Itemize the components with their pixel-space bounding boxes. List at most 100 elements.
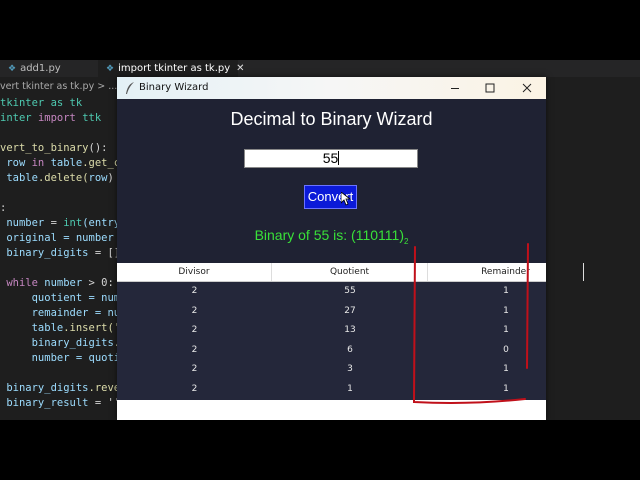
table-row[interactable]: 2 13 1 [117,321,546,341]
code-token: (): [88,142,108,154]
code-token: tkinter as tk [0,97,83,109]
window-title: Binary Wizard [139,82,209,93]
maximize-button[interactable] [472,77,508,99]
code-line[interactable]: tkinter as tk [0,96,130,111]
table-cell: 2 [191,286,198,296]
column-header-quotient[interactable]: Quotient [272,263,428,281]
table-cell: 1 [503,305,509,316]
python-file-icon: ❖ [106,64,115,74]
title-bar[interactable]: Binary Wizard [117,77,546,99]
code-token: = number [63,232,114,244]
code-line[interactable]: row in table.get_ch [0,156,130,171]
tk-feather-icon [126,82,134,94]
code-line[interactable] [0,126,130,141]
tab-add1[interactable]: ❖ add1.py [0,60,98,77]
code-token: table [0,322,64,334]
column-header-remainder[interactable]: Remainder [428,263,584,281]
table-row[interactable]: 2 27 1 [117,302,546,322]
column-header-divisor[interactable]: Divisor [117,263,272,281]
table-cell: 2 [191,364,198,374]
table-cell: 2 [191,305,198,316]
code-line[interactable]: binary_digits.rever [0,381,130,396]
code-token: binary_digits [0,247,95,259]
close-tab-icon[interactable]: ✕ [236,63,244,74]
window-content: Decimal to Binary Wizard 55 Convert Bina… [117,99,584,420]
code-line[interactable]: binary_digits.a [0,336,130,351]
code-token: number [0,217,51,229]
code-token: in [31,157,51,169]
table-cell: 1 [503,325,509,335]
code-line[interactable]: original = number [0,231,130,246]
code-token: int [63,217,83,229]
table-cell: 1 [503,383,509,394]
binary-result: Binary of 55 is: (110111)2 [117,227,546,246]
breadcrumb[interactable]: vert tkinter as tk.py > ... [0,81,117,92]
code-token: binary_digits [0,382,89,394]
code-line[interactable]: vert_to_binary(): [0,141,130,156]
table-row[interactable]: 2 6 0 [117,341,546,361]
code-line[interactable] [0,261,130,276]
code-line[interactable]: while number > 0: [0,276,130,291]
result-text: Binary of 55 is: (110111) [254,227,404,243]
code-token: import [37,112,83,124]
tab-label: import tkinter as tk.py [118,63,231,74]
code-token: row [88,172,108,184]
mouse-pointer-icon [341,192,351,206]
code-line[interactable] [0,366,130,381]
code-token: binary_digits [0,337,114,349]
table-row[interactable]: 2 3 1 [117,360,546,380]
table-cell: 55 [344,286,356,296]
code-token: > 0: [88,277,114,289]
input-value: 55 [322,150,339,166]
code-token: inter [0,112,38,124]
code-line[interactable]: number = quotie [0,351,130,366]
table-cell: 6 [347,344,353,355]
code-area[interactable]: tkinter as tk inter import ttk vert_to_bin… [0,96,130,411]
code-token: row [0,157,32,169]
text-caret [338,151,340,165]
code-token: remainder [0,307,95,319]
code-line[interactable]: binary_digits = [] [0,246,130,261]
code-token: .delete( [37,172,89,184]
code-line[interactable]: quotient = numb [0,291,130,306]
tab-import-tkinter[interactable]: ❖ import tkinter as tk.py ✕ [98,60,245,77]
table-cell: 1 [503,364,509,374]
code-token: number [44,277,89,289]
code-line[interactable] [0,186,130,201]
tab-label: add1.py [20,63,61,74]
minimize-button[interactable] [437,77,473,99]
minimize-icon [451,88,459,89]
decimal-input[interactable]: 55 [244,149,418,168]
code-line[interactable]: : [0,201,130,216]
code-token: = [50,217,64,229]
code-token: .insert(' [63,322,121,334]
code-token: ttk [82,112,102,124]
division-table: Divisor Quotient Remainder 2 55 1 2 27 1 2 13 1 2… [117,263,584,420]
table-cell: 1 [347,383,353,394]
table-cell: 13 [344,325,356,335]
code-line[interactable]: inter import ttk [0,111,130,126]
code-token: table [50,157,83,169]
editor-tab-bar: ❖ add1.py ❖ import tkinter as tk.py ✕ [0,60,640,77]
code-token: while [6,277,45,289]
code-token: ) [107,172,114,184]
table-cell: 2 [191,344,198,355]
table-cell: 27 [344,305,356,316]
code-token: quotient [0,292,89,304]
table-header: Divisor Quotient Remainder [117,263,584,282]
table-row[interactable]: 2 1 1 [117,380,546,400]
code-line[interactable]: table.delete(row) [0,171,130,186]
code-line[interactable]: number = int(entry. [0,216,130,231]
table-body: 2 55 1 2 27 1 2 13 1 2 6 0 2 3 1 2 1 1 [117,282,546,400]
table-row[interactable]: 2 55 1 [117,282,546,302]
code-line[interactable]: table.insert(' [0,321,130,336]
code-line[interactable]: binary_result = ''. [0,396,130,411]
table-cell: 0 [503,344,509,355]
code-token: vert_to_binary [0,142,89,154]
code-line[interactable]: remainder = num [0,306,130,321]
close-button[interactable] [509,77,545,99]
maximize-icon [485,83,495,93]
code-token: original [0,232,64,244]
binary-wizard-window: Binary Wizard Decimal to Binary Wizard 5… [117,77,584,420]
result-base: 2 [403,236,409,246]
